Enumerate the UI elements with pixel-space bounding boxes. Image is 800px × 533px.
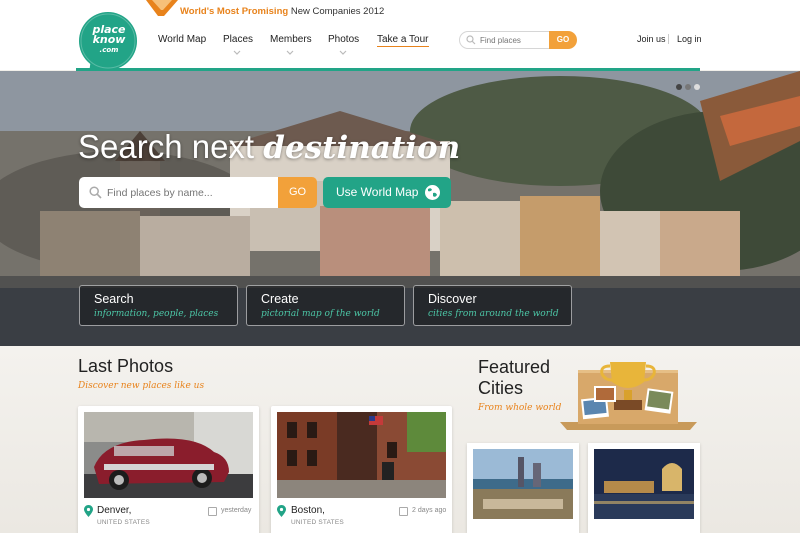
photo-city[interactable]: Boston, [291, 505, 325, 516]
nav-take-a-tour[interactable]: Take a Tour [377, 34, 429, 47]
login-link[interactable]: Log in [677, 34, 702, 44]
photo-image [84, 412, 253, 498]
last-photos-title: Last Photos [78, 356, 174, 376]
hero-search-go-button[interactable]: GO [278, 177, 317, 208]
featured-city-card-1[interactable] [467, 443, 579, 533]
photo-thumbnail[interactable] [84, 412, 253, 498]
photo-country: UNITED STATES [97, 519, 150, 526]
chevron-down-icon [339, 50, 347, 55]
nav-world-map[interactable]: World Map [158, 34, 206, 45]
feature-title: Create [261, 292, 299, 306]
slider-dot-1[interactable] [676, 84, 682, 90]
featured-city-image [594, 449, 694, 519]
last-photos-subtitle: Discover new places like us [78, 381, 205, 391]
feature-create-box[interactable]: Create pictorial map of the world [246, 285, 405, 326]
featured-city-photo [473, 449, 573, 519]
chevron-down-icon [286, 50, 294, 55]
featured-title-line-2: Cities [478, 378, 524, 398]
hero-search-input[interactable] [107, 180, 275, 205]
logo-text: place know .com [88, 24, 130, 55]
location-pin-icon [84, 505, 93, 517]
header-separator [668, 34, 669, 44]
photo-thumbnail[interactable] [277, 412, 446, 498]
feature-subtitle: cities from around the world [428, 309, 559, 319]
clock-icon [208, 507, 217, 516]
hero-title-plain: Search next [78, 128, 255, 165]
feature-title: Discover [428, 292, 477, 306]
trophy-icon [560, 362, 697, 430]
feature-title: Search [94, 292, 134, 306]
photo-country: UNITED STATES [291, 519, 344, 526]
clock-icon [399, 507, 408, 516]
globe-icon [425, 185, 440, 200]
featured-city-photo [594, 449, 694, 519]
nav-places[interactable]: Places [223, 34, 253, 45]
search-icon [466, 35, 476, 45]
slider-dot-2[interactable] [685, 84, 691, 90]
logo-word-2: know [92, 33, 126, 46]
award-ribbon-icon [146, 0, 178, 16]
photo-time: yesterday [221, 507, 252, 514]
feature-discover-box[interactable]: Discover cities from around the world [413, 285, 572, 326]
featured-city-image [473, 449, 573, 519]
search-icon [89, 186, 102, 199]
award-highlight: World's Most Promising [180, 6, 289, 17]
feature-search-box[interactable]: Search information, people, places [79, 285, 238, 326]
featured-title-line-1: Featured [478, 357, 551, 377]
nav-photos[interactable]: Photos [328, 34, 359, 45]
photo-time: 2 days ago [412, 507, 447, 514]
award-rest: New Companies 2012 [290, 6, 385, 17]
chevron-down-icon [233, 50, 241, 55]
hero-title-script: destination [263, 130, 461, 166]
nav-members[interactable]: Members [270, 34, 312, 45]
logo-word-3: .com [99, 46, 119, 54]
feature-subtitle: information, people, places [94, 309, 219, 319]
feature-subtitle: pictorial map of the world [261, 309, 380, 319]
header-search-go-button[interactable]: GO [549, 31, 577, 49]
featured-city-card-2[interactable] [588, 443, 700, 533]
photo-image [277, 412, 446, 498]
award-banner[interactable]: World's Most Promising New Companies 201… [180, 6, 384, 17]
slider-dot-3[interactable] [694, 84, 700, 90]
join-link[interactable]: Join us [637, 34, 666, 44]
hero-title: Search next destination [78, 128, 460, 166]
photo-city[interactable]: Denver, [97, 505, 131, 516]
location-pin-icon [277, 505, 286, 517]
featured-subtitle: From whole world [478, 403, 562, 413]
header-search-input[interactable] [480, 32, 548, 48]
